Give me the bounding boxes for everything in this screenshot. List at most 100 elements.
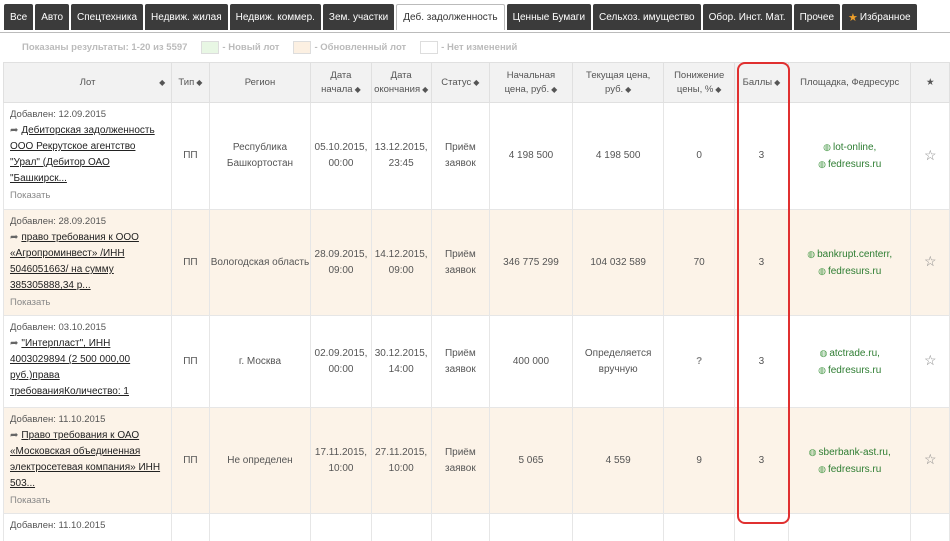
lot-link[interactable]: "Интерпласт", ИНН 4003029894 (2 500 000,… [10,338,130,397]
region-cell: Республика Башкортостан [208,102,312,210]
col-score[interactable]: Баллы ◆ [733,62,789,103]
start-time: 09:00 [328,264,354,276]
end-time: 14:00 [388,363,414,375]
lots-table: Лот ◆ Тип ◆ Регион Дата начала ◆ Дата окончан… [2,62,950,541]
tab-equipment[interactable]: Обор. Инст. Мат. [702,4,792,30]
globe-icon: ◍ [818,463,826,474]
site-link[interactable]: lot-online, [833,142,876,153]
globe-icon: ◍ [818,364,826,375]
lot-link[interactable]: Дебиторская задолженность ООО Рекрутское… [10,125,155,184]
initial-price-cell: 346 775 299 [488,209,573,316]
table-row: Добавлен: 12.09.2015 ➦ Дебиторская задолж… [2,102,950,210]
table-row: Добавлен: 28.09.2015 ➦ право требования к… [2,209,950,316]
status-line-1: Приём [444,347,476,359]
empty-cell [171,513,210,541]
col-end[interactable]: Дата окончания ◆ [370,62,432,103]
col-region: Регион [208,62,312,103]
col-current-price[interactable]: Текущая цена, руб. ◆ [571,62,665,103]
col-drop-label-2: цены, % [676,83,714,95]
site-link[interactable]: bankrupt.centerr, [817,249,892,260]
globe-icon: ◍ [819,347,828,358]
status-cell: Приём заявок [430,407,490,514]
category-tabs: Все Авто Спецтехника Недвиж. жилая Недви… [0,0,950,32]
tab-securities[interactable]: Ценные Бумаги [506,4,592,30]
price-drop-cell: 9 [663,407,735,514]
status-cell: Приём заявок [430,209,490,316]
status-line-1: Приём [444,142,476,153]
tab-other[interactable]: Прочее [793,4,841,30]
col-start[interactable]: Дата начала ◆ [310,62,372,103]
globe-icon: ◍ [823,142,831,152]
lot-cell: Добавлен: 11.10.2015 [2,513,173,541]
end-date: 27.11.2015, [375,446,428,458]
lot-title: ➦ "Интерпласт", ИНН 4003029894 (2 500 000… [10,336,165,400]
site-link[interactable]: sberbank-ast.ru, [819,447,891,458]
col-status[interactable]: Статус ◆ [430,62,490,103]
col-lot[interactable]: Лот ◆ [2,62,173,103]
sort-icon: ◆ [422,84,429,94]
show-link[interactable]: Показать [10,295,165,311]
status-line-1: Приём [444,248,476,260]
tab-agricultural[interactable]: Сельхоз. имущество [593,4,701,30]
lot-cell: Добавлен: 11.10.2015 ➦ Право требования к… [2,407,173,514]
table-row: Добавлен: 03.10.2015 ➦ "Интерпласт", ИНН … [2,315,950,408]
legend-new: - Новый лот [201,41,279,54]
tab-land[interactable]: Зем. участки [322,4,395,30]
lot-title: ➦ право требования к ООО «Агропроминвест»… [10,230,165,294]
tab-commercial[interactable]: Недвиж. коммер. [229,4,321,30]
col-type-label: Тип [178,76,195,88]
fedresurs-link[interactable]: fedresurs.ru [828,464,881,475]
tab-all[interactable]: Все [4,4,34,30]
favorite-star-icon[interactable]: ☆ [924,253,937,269]
tab-receivables[interactable]: Деб. задолженность [396,4,505,30]
legend-unchanged: - Нет изменений [420,41,517,54]
legend-swatch-unchanged [420,41,439,54]
legend-swatch-new [201,41,220,54]
fedresurs-link[interactable]: fedresurs.ru [828,159,881,170]
end-cell: 13.12.2015, 23:45 [370,102,432,210]
table-row: Добавлен: 11.10.2015 [2,513,950,541]
status-line-2: заявок [445,462,476,474]
favorite-star-icon[interactable]: ☆ [924,352,937,368]
lot-link[interactable]: право требования к ООО «Агропроминвест» … [10,232,139,291]
tab-auto[interactable]: Авто [35,4,70,30]
end-cell: 14.12.2015, 09:00 [370,209,432,316]
start-date: 17.11.2015, [314,446,367,458]
score-cell: 3 [733,407,789,514]
start-time: 10:00 [328,462,354,474]
show-link[interactable]: Показать [10,493,165,509]
legend-label-new: - Новый лот [222,42,280,53]
lot-cell: Добавлен: 03.10.2015 ➦ "Интерпласт", ИНН … [2,315,173,408]
fedresurs-link[interactable]: fedresurs.ru [828,365,881,376]
tab-residential[interactable]: Недвиж. жилая [145,4,228,30]
arrow-icon: ➦ [10,430,19,441]
legend-label-updated: - Обновленный лот [314,42,407,53]
favorite-star-icon[interactable]: ☆ [924,147,937,163]
status-line-1: Приём [444,446,476,458]
start-cell: 17.11.2015, 10:00 [310,407,372,514]
lot-link[interactable]: Право требования к ОАО «Московская объед… [10,430,160,489]
site-link[interactable]: atctrade.ru, [829,348,880,359]
favorite-star-icon[interactable]: ☆ [924,451,937,467]
favorite-cell: ☆ [910,102,950,210]
col-initial-price[interactable]: Начальная цена, руб. ◆ [488,62,573,103]
type-cell: ПП [171,102,210,210]
table-header: Лот ◆ Тип ◆ Регион Дата начала ◆ Дата окончан… [2,62,950,103]
end-date: 13.12.2015, [374,142,428,153]
col-price-drop[interactable]: Понижение цены, % ◆ [663,62,735,103]
fedresurs-link[interactable]: fedresurs.ru [828,266,881,277]
tab-favorites[interactable]: ★ Избранное [842,4,917,30]
lot-title: ➦ Дебиторская задолженность ООО Рекрутско… [10,123,165,187]
tab-favorites-label: Избранное [859,11,911,23]
sort-icon: ◆ [473,77,480,87]
end-time: 10:00 [388,462,414,474]
show-link[interactable]: Показать [10,188,165,204]
arrow-icon: ➦ [10,338,19,349]
col-type[interactable]: Тип ◆ [171,62,210,103]
tab-special-equipment[interactable]: Спецтехника [71,4,144,30]
results-legend: Показаны результаты: 1-20 из 5597 - Новы… [0,32,950,62]
price-drop-cell: ? [663,315,735,408]
col-initial-label-1: Начальная [506,69,556,81]
star-icon: ★ [848,11,858,24]
added-date: Добавлен: 12.09.2015 [10,109,107,120]
